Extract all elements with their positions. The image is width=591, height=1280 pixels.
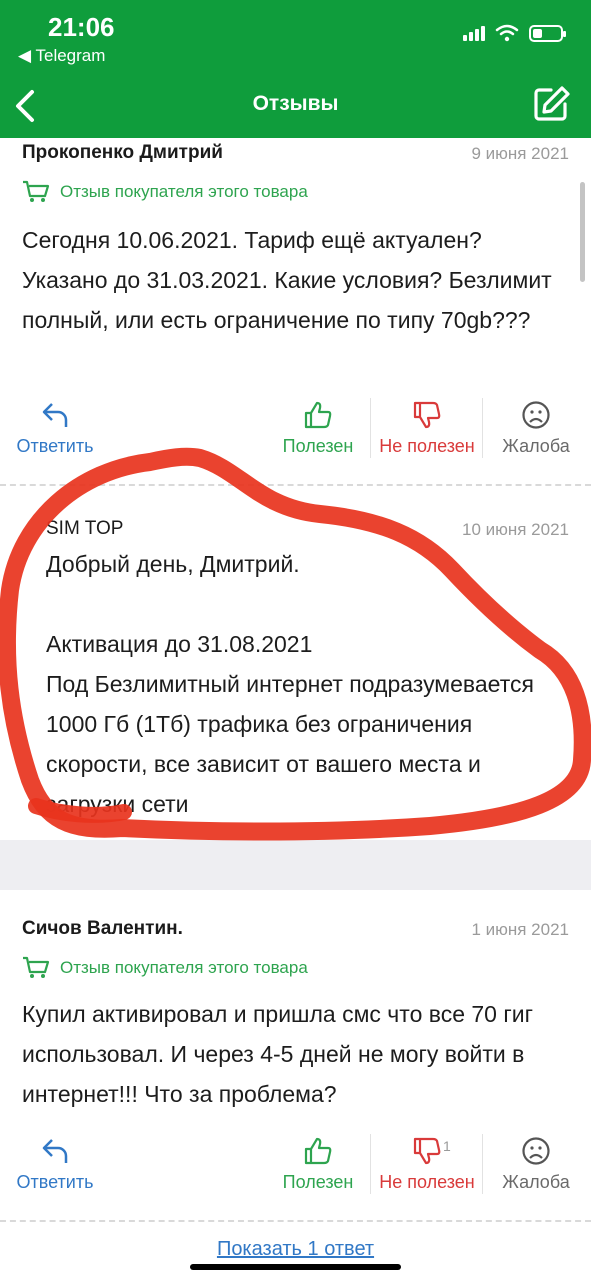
status-icons: [463, 24, 566, 42]
verified-buyer-label: Отзыв покупателя этого товара: [60, 958, 308, 977]
divider: [370, 1134, 371, 1194]
reply-label: Ответить: [16, 1172, 94, 1192]
divider: [482, 1134, 483, 1194]
complain-button[interactable]: Жалоба: [498, 400, 574, 457]
cart-icon: [23, 180, 50, 202]
thumbs-down-icon: [413, 1137, 441, 1165]
thumbs-down-icon: [413, 401, 441, 429]
reply-button[interactable]: Ответить: [14, 400, 96, 457]
section-separator: [0, 840, 591, 890]
complain-label: Жалоба: [502, 1172, 570, 1192]
back-to-telegram-link[interactable]: ◀ Telegram: [18, 46, 105, 66]
thumbs-up-icon: [304, 1137, 332, 1165]
divider: [482, 398, 483, 458]
complain-button[interactable]: Жалоба: [498, 1136, 574, 1193]
review-text: Сегодня 10.06.2021. Тариф ещё актуален? …: [22, 227, 552, 333]
not-useful-count: 1: [443, 1138, 451, 1154]
reply-button[interactable]: Ответить: [14, 1136, 96, 1193]
review-author: Сичов Валентин.: [22, 918, 183, 939]
useful-label: Полезен: [282, 1172, 354, 1192]
reviews-list: Прокопенко Дмитрий 9 июня 2021 Отзыв пок…: [0, 138, 591, 1280]
reply-author: SIM TOP: [46, 518, 124, 539]
reply-date: 10 июня 2021: [461, 520, 569, 539]
sad-face-icon: [522, 401, 550, 429]
wifi-icon: [495, 24, 519, 42]
battery-icon: [529, 24, 566, 42]
page-title: Отзывы: [252, 92, 339, 115]
useful-label: Полезен: [282, 436, 354, 456]
complain-label: Жалоба: [502, 436, 570, 456]
review-date: 9 июня 2021: [471, 144, 569, 163]
thumbs-up-icon: [304, 401, 332, 429]
home-indicator: [190, 1264, 401, 1270]
scrollbar[interactable]: [580, 182, 585, 282]
verified-buyer-label: Отзыв покупателя этого товара: [60, 182, 308, 201]
reply-label: Ответить: [16, 436, 94, 456]
reply-icon: [42, 1139, 68, 1163]
not-useful-label: Не полезен: [379, 436, 475, 456]
reply-icon: [42, 403, 68, 427]
verified-buyer-badge: Отзыв покупателя этого товара: [22, 956, 308, 980]
not-useful-label: Не полезен: [379, 1172, 475, 1192]
status-time: 21:06: [48, 12, 115, 42]
divider: [0, 1220, 591, 1222]
edit-icon[interactable]: [531, 84, 571, 124]
useful-button[interactable]: Полезен: [278, 400, 358, 457]
sad-face-icon: [522, 1137, 550, 1165]
show-replies-link[interactable]: Показать 1 ответ: [0, 1238, 591, 1261]
review-author: Прокопенко Дмитрий: [22, 142, 223, 163]
review-text: Купил активировал и пришла смс что все 7…: [22, 1001, 533, 1107]
divider: [370, 398, 371, 458]
app-header: 21:06 ◀ Telegram Отзывы: [0, 0, 591, 138]
divider: [0, 484, 591, 486]
cart-icon: [23, 956, 50, 978]
not-useful-button[interactable]: Не полезен: [374, 1136, 480, 1193]
signal-icon: [463, 25, 485, 41]
verified-buyer-badge: Отзыв покупателя этого товара: [22, 180, 308, 204]
not-useful-button[interactable]: Не полезен: [374, 400, 480, 457]
review-date: 1 июня 2021: [471, 920, 569, 939]
useful-button[interactable]: Полезен: [278, 1136, 358, 1193]
reply-text: Добрый день, Дмитрий. Активация до 31.08…: [46, 551, 534, 817]
